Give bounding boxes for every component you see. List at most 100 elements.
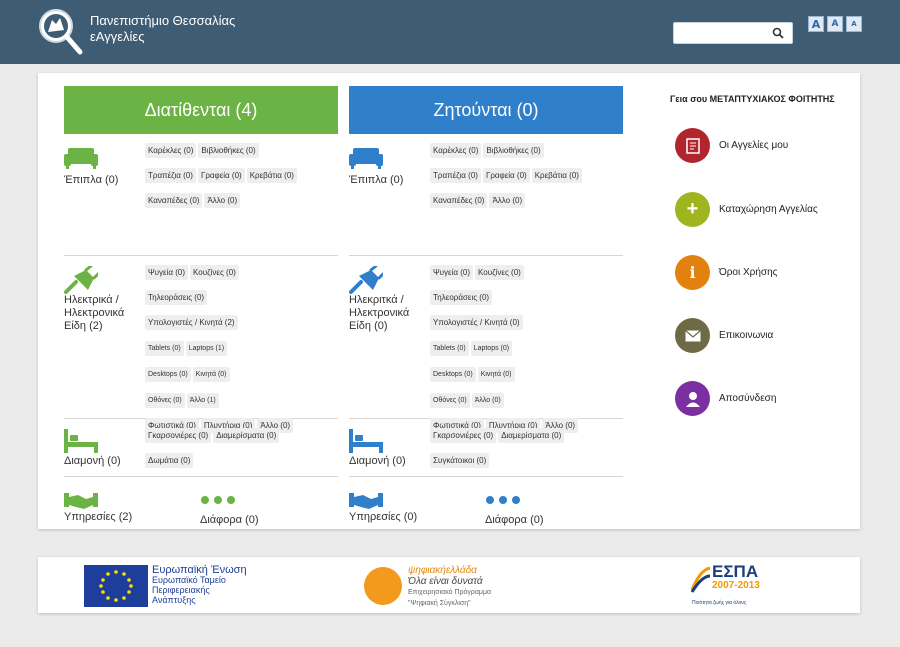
- eu-flag-icon: [84, 565, 148, 607]
- tag-fridges[interactable]: Ψυγεία (0): [145, 265, 189, 280]
- site-title[interactable]: Πανεπιστήμιο Θεσσαλίας εΑγγελίες: [90, 13, 235, 45]
- font-small-button[interactable]: A: [846, 16, 862, 32]
- main-card: Διατίθενται (4) Έπιπλα (0) Καρέκλες (0) Β…: [38, 73, 860, 529]
- tag-chairs[interactable]: Καρέκλες (0): [145, 143, 197, 158]
- digital-greece-title: ψηφιακήελλάδα: [408, 565, 477, 576]
- tag-cookers[interactable]: Κουζίνες (0): [190, 265, 239, 280]
- font-medium-button[interactable]: A: [827, 16, 843, 32]
- tag-laptops[interactable]: Laptops (0): [470, 341, 513, 356]
- tag-beds[interactable]: Κρεβάτια (0): [531, 168, 582, 183]
- category-label[interactable]: Έπιπλα (0): [349, 174, 429, 187]
- tag-studios[interactable]: Γκαρσονιέρες (0): [145, 428, 212, 443]
- tag-desks[interactable]: Γραφεία (0): [197, 168, 245, 183]
- contact-link[interactable]: Επικοινωνια: [675, 318, 773, 353]
- tag-tvs[interactable]: Τηλεοράσεις (0): [145, 290, 208, 305]
- my-ads-link[interactable]: Οι Αγγελίες μου: [675, 128, 788, 163]
- tag-monitors[interactable]: Οθόνες (0): [430, 393, 470, 408]
- electric-section: Ηλεκριτκά / Ηλεκτρονικά Είδη (0) Ψυγεία …: [349, 256, 623, 433]
- category-label[interactable]: Ηλεκτρικά / Ηλεκτρονικά Είδη (2): [64, 294, 144, 333]
- plug-icon: [349, 266, 383, 294]
- eu-line3: Ανάπτυξης: [152, 595, 196, 605]
- espa-subtitle: Ποιότητα ζωής για όλους: [692, 600, 747, 606]
- category-label[interactable]: Υπηρεσίες (2): [64, 511, 144, 524]
- tag-computers[interactable]: Υπολογιστές / Κινητά (2): [145, 315, 238, 330]
- category-label[interactable]: Ηλεκριτκά / Ηλεκτρονικά Είδη (0): [349, 294, 429, 333]
- new-ad-link[interactable]: + Καταχώρηση Αγγελίας: [675, 192, 818, 227]
- espa-years: 2007-2013: [712, 580, 760, 591]
- logout-link[interactable]: Αποσύνδεση: [675, 381, 776, 416]
- digital-greece-line2: "Ψηφιακή Σύγκλιση": [408, 600, 471, 607]
- tag-other[interactable]: Άλλο (0): [489, 193, 526, 208]
- contact-label: Επικοινωνια: [719, 330, 774, 341]
- tag-desks[interactable]: Γραφεία (0): [482, 168, 530, 183]
- tag-bookcases[interactable]: Βιβλιοθήκες (0): [483, 143, 544, 158]
- housing-section: Διαμονή (0) Γκαρσονιέρες (0) Διαμερίσματα…: [64, 419, 338, 477]
- info-icon: i: [675, 255, 710, 290]
- terms-link[interactable]: i Όροι Χρήσης: [675, 255, 777, 290]
- available-header[interactable]: Διατίθενται (4): [64, 86, 338, 134]
- tag-roommates[interactable]: Συγκάτοικοι (0): [430, 453, 490, 468]
- category-label[interactable]: Διαμονή (0): [64, 455, 144, 468]
- tag-desktops[interactable]: Desktops (0): [430, 367, 476, 382]
- tag-cookers[interactable]: Κουζίνες (0): [475, 265, 524, 280]
- tag-rooms[interactable]: Δωμάτια (0): [145, 453, 194, 468]
- category-label[interactable]: Διαμονή (0): [349, 455, 429, 468]
- tag-sofas[interactable]: Καναπέδες (0): [145, 193, 203, 208]
- new-ad-label: Καταχώρηση Αγγελίας: [719, 204, 818, 215]
- search-input[interactable]: [673, 22, 793, 44]
- tag-beds[interactable]: Κρεβάτια (0): [246, 168, 297, 183]
- digital-greece-line1: Επιχειρησιακό Πρόγραμμα: [408, 589, 492, 596]
- tag-apartments[interactable]: Διαμερίσματα (0): [213, 428, 280, 443]
- category-label[interactable]: Υπηρεσίες (0): [349, 511, 429, 524]
- more-dots-icon: [201, 496, 235, 504]
- tag-bookcases[interactable]: Βιβλιοθήκες (0): [198, 143, 259, 158]
- logout-label: Αποσύνδεση: [719, 393, 777, 404]
- user-icon: [675, 381, 710, 416]
- category-label[interactable]: Έπιπλα (0): [64, 174, 144, 187]
- font-size-controls: A A A: [808, 16, 862, 32]
- tag-mobiles[interactable]: Κινητά (0): [192, 367, 230, 382]
- tag-laptops[interactable]: Laptops (1): [185, 341, 228, 356]
- tag-sofas[interactable]: Καναπέδες (0): [430, 193, 488, 208]
- tag-studios[interactable]: Γκαρσονιέρες (0): [430, 428, 497, 443]
- envelope-icon: [675, 318, 710, 353]
- tag-computers[interactable]: Υπολογιστές / Κινητά (0): [430, 315, 523, 330]
- more-dots-icon: [486, 496, 520, 504]
- eu-line2: Περιφερειακής: [152, 585, 210, 595]
- header-bar: Πανεπιστήμιο Θεσσαλίας εΑγγελίες A A A: [0, 0, 900, 64]
- tag-chairs[interactable]: Καρέκλες (0): [430, 143, 482, 158]
- university-logo-icon[interactable]: [36, 6, 84, 56]
- wanted-column: Ζητούνται (0) Έπιπλα (0) Καρέκλες (0) Βιβ…: [349, 86, 623, 547]
- bed-icon: [64, 429, 98, 453]
- tag-apartments[interactable]: Διαμερίσματα (0): [498, 428, 565, 443]
- category-label[interactable]: Διάφορα (0): [200, 514, 280, 527]
- eu-line1: Ευρωπαϊκό Ταμείο: [152, 575, 226, 585]
- tag-other[interactable]: Άλλο (0): [471, 393, 504, 408]
- tag-mobiles[interactable]: Κινητά (0): [477, 367, 515, 382]
- greeting-text: Γεια σου ΜΕΤΑΠΤΥΧΙΑΚΟΣ ΦΟΙΤΗΤΗΣ: [670, 94, 835, 104]
- espa-logo: ΕΣΠΑ 2007-2013 Ποιότητα ζωής για όλους: [690, 562, 770, 610]
- wanted-header[interactable]: Ζητούνται (0): [349, 86, 623, 134]
- tag-desktops[interactable]: Desktops (0): [145, 367, 191, 382]
- font-large-button[interactable]: A: [808, 16, 824, 32]
- tag-tablets[interactable]: Tablets (0): [145, 341, 184, 356]
- tag-tables[interactable]: Τραπέζια (0): [145, 168, 196, 183]
- tag-monitors[interactable]: Οθόνες (0): [145, 393, 185, 408]
- plus-icon: +: [675, 192, 710, 227]
- search-icon[interactable]: [772, 27, 784, 39]
- tag-tvs[interactable]: Τηλεοράσεις (0): [430, 290, 493, 305]
- category-label[interactable]: Διάφορα (0): [485, 514, 565, 527]
- plug-icon: [64, 266, 98, 294]
- espa-title: ΕΣΠΑ: [712, 562, 759, 581]
- electric-section: Ηλεκτρικά / Ηλεκτρονικά Είδη (2) Ψυγεία …: [64, 256, 338, 433]
- tag-tables[interactable]: Τραπέζια (0): [430, 168, 481, 183]
- eu-title: Ευρωπαϊκή Ένωση: [152, 564, 247, 576]
- tag-other[interactable]: Άλλο (0): [204, 193, 241, 208]
- services-misc-section: Υπηρεσίες (2) Διάφορα (0): [64, 477, 338, 547]
- furniture-section: Έπιπλα (0) Καρέκλες (0) Βιβλιοθήκες (0) Τ…: [64, 134, 338, 256]
- my-ads-label: Οι Αγγελίες μου: [719, 140, 789, 151]
- furniture-section: Έπιπλα (0) Καρέκλες (0) Βιβλιοθήκες (0) Τ…: [349, 134, 623, 256]
- tag-other[interactable]: Άλλο (1): [186, 393, 219, 408]
- tag-fridges[interactable]: Ψυγεία (0): [430, 265, 474, 280]
- tag-tablets[interactable]: Tablets (0): [430, 341, 469, 356]
